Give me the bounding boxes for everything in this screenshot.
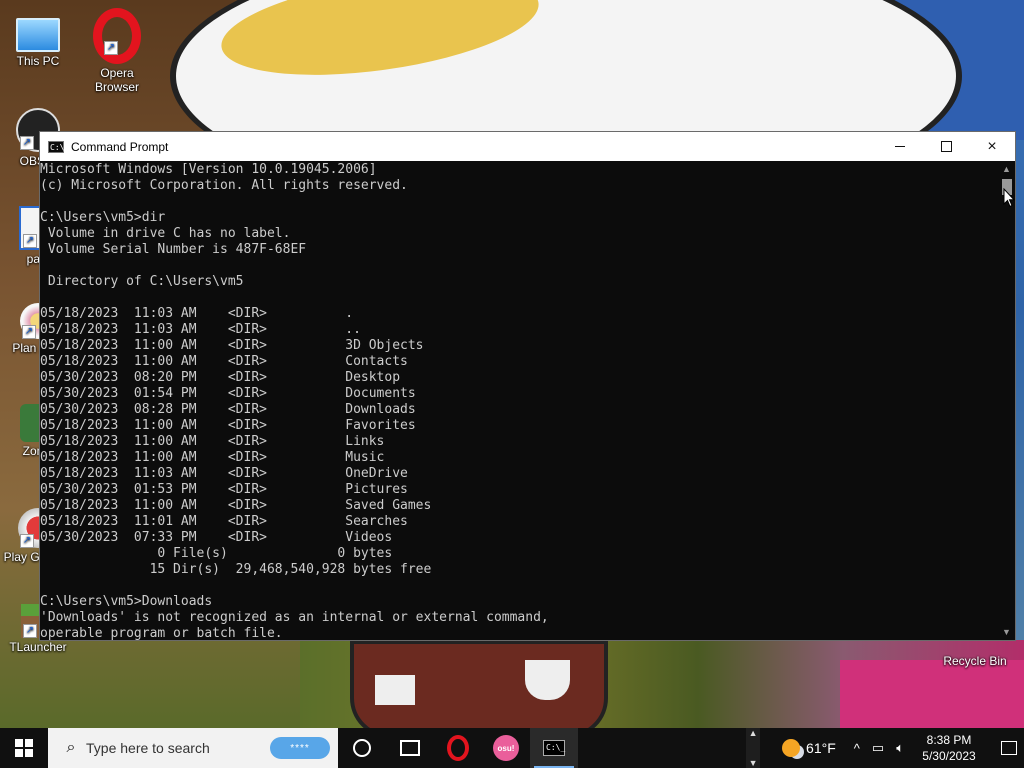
scroll-up-arrow-icon[interactable]: ▲ [998, 161, 1015, 177]
osu-icon: osu! [493, 735, 519, 761]
console-line: 0 File(s) 0 bytes [40, 546, 393, 561]
desktop-icon-opera[interactable]: ↗ Opera Browser [79, 8, 155, 94]
weather-widget[interactable]: 61°F [782, 739, 836, 757]
system-tray: ^ ▭ 🔈︎ [848, 740, 910, 756]
console-line: 05/30/2023 08:28 PM <DIR> Downloads [40, 402, 416, 417]
taskbar-search[interactable]: ⌕ Type here to search **** [48, 728, 338, 768]
weather-temperature: 61°F [806, 740, 836, 756]
minimize-button[interactable] [877, 132, 923, 161]
maximize-icon [940, 141, 952, 152]
notification-center-button[interactable] [994, 728, 1024, 768]
vertical-scrollbar[interactable]: ▲ ▼ [998, 161, 1015, 640]
console-line: 05/18/2023 11:00 AM <DIR> Music [40, 450, 385, 465]
opera-icon: ↗ [93, 8, 141, 64]
console-line: Directory of C:\Users\vm5 [40, 274, 244, 289]
console-line: C:\Users\vm5>dir [40, 210, 166, 225]
notification-icon [1001, 741, 1017, 755]
close-icon: × [987, 137, 997, 155]
network-icon[interactable]: ▭ [872, 740, 884, 756]
windows-start-icon [15, 739, 33, 757]
console-line: 05/18/2023 11:03 AM <DIR> OneDrive [40, 466, 408, 481]
console-line: 05/18/2023 11:00 AM <DIR> Contacts [40, 354, 408, 369]
volume-icon[interactable]: 🔈︎ [896, 740, 904, 756]
desktop-icon-this-pc[interactable]: This PC [0, 8, 76, 68]
console-line: 'Downloads' is not recognized as an inte… [40, 610, 549, 625]
console-line: operable program or batch file. [40, 626, 283, 641]
search-icon: ⌕ [66, 739, 76, 756]
task-view-button[interactable] [386, 728, 434, 768]
console-line: 05/18/2023 11:00 AM <DIR> Saved Games [40, 498, 432, 513]
scroll-down-arrow-icon[interactable]: ▼ [998, 624, 1015, 640]
console-line: Volume in drive C has no label. [40, 226, 291, 241]
cmd-icon: C:\_ [543, 740, 565, 756]
window-title: Command Prompt [71, 139, 169, 154]
clock-date: 5/30/2023 [922, 749, 976, 763]
console-line: Microsoft Windows [Version 10.0.19045.20… [40, 162, 377, 177]
chevron-up-icon[interactable]: ▲ [749, 728, 758, 738]
console-line: 05/18/2023 11:00 AM <DIR> Links [40, 434, 385, 449]
console-line: Volume Serial Number is 487F-68EF [40, 242, 307, 257]
partly-sunny-icon [782, 739, 801, 757]
console-output[interactable]: Microsoft Windows [Version 10.0.19045.20… [40, 161, 998, 641]
console-line: 05/18/2023 11:03 AM <DIR> .. [40, 322, 361, 337]
taskbar-scroll[interactable]: ▲ ▼ [746, 728, 761, 768]
taskbar: ⌕ Type here to search **** osu! C:\_ ▲ ▼… [0, 728, 1024, 768]
console-line: 05/18/2023 11:00 AM <DIR> 3D Objects [40, 338, 424, 353]
cortana-icon [353, 739, 371, 757]
console-line: (c) Microsoft Corporation. All rights re… [40, 178, 408, 193]
maximize-button[interactable] [923, 132, 969, 161]
search-placeholder: Type here to search [86, 740, 210, 756]
console-line: 15 Dir(s) 29,468,540,928 bytes free [40, 562, 432, 577]
console-line: 05/18/2023 11:01 AM <DIR> Searches [40, 514, 408, 529]
console-line: 05/30/2023 01:53 PM <DIR> Pictures [40, 482, 408, 497]
close-button[interactable]: × [969, 132, 1015, 161]
console-line: 05/18/2023 11:03 AM <DIR> . [40, 306, 354, 321]
console-line: 05/30/2023 08:20 PM <DIR> Desktop [40, 370, 401, 385]
task-view-icon [400, 740, 420, 756]
command-prompt-window[interactable]: C:\_ Command Prompt × Microsoft Windows … [39, 131, 1016, 641]
taskbar-clock[interactable]: 8:38 PM 5/30/2023 [914, 732, 984, 764]
console-line: 05/30/2023 01:54 PM <DIR> Documents [40, 386, 416, 401]
console-line: C:\Users\vm5>Downloads [40, 594, 213, 609]
console-line: 05/30/2023 07:33 PM <DIR> Videos [40, 530, 393, 545]
chevron-down-icon[interactable]: ▼ [749, 758, 758, 768]
window-titlebar[interactable]: C:\_ Command Prompt × [40, 132, 1015, 161]
this-pc-icon [16, 18, 60, 52]
show-hidden-icons-chevron-icon[interactable]: ^ [854, 741, 860, 756]
search-highlight-badge[interactable]: **** [270, 737, 330, 759]
console-line: 05/18/2023 11:00 AM <DIR> Favorites [40, 418, 416, 433]
minimize-icon [895, 146, 905, 147]
clock-time: 8:38 PM [926, 733, 972, 747]
taskbar-command-prompt[interactable]: C:\_ [530, 728, 578, 768]
cmd-icon: C:\_ [48, 140, 70, 153]
start-button[interactable] [0, 728, 48, 768]
taskbar-osu[interactable]: osu! [482, 728, 530, 768]
cortana-button[interactable] [338, 728, 386, 768]
taskbar-opera[interactable] [434, 728, 482, 768]
opera-icon [447, 735, 469, 761]
